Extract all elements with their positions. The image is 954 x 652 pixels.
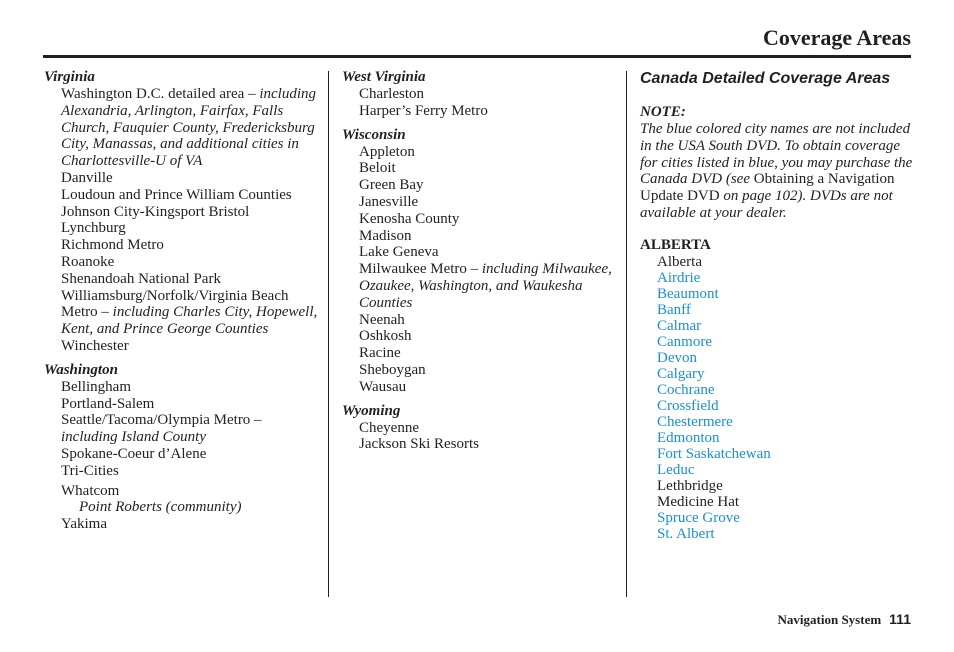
city-list: Washington D.C. detailed area – includin… (44, 86, 319, 355)
list-item: Appleton (359, 143, 415, 160)
city-item: Canmore (657, 333, 712, 350)
list-item: Cheyenne (359, 419, 419, 436)
city-list: Charleston Harper’s Ferry Metro (342, 86, 617, 120)
city-item: St. Albert (657, 525, 715, 542)
list-item: Lynchburg (61, 220, 126, 237)
list-item: Whatcom Point Roberts (community) (61, 483, 319, 517)
page-title: Coverage Areas (762, 25, 911, 50)
list-item: Jackson Ski Resorts (359, 436, 479, 453)
state-section-west-virginia: West Virginia Charleston Harper’s Ferry … (342, 68, 617, 120)
note-text: The blue colored city names are not incl… (640, 121, 915, 222)
list-item: Harper’s Ferry Metro (359, 102, 488, 119)
list-item: Winchester (61, 337, 129, 354)
state-section-washington: Washington Bellingham Portland-Salem Sea… (44, 361, 319, 533)
column-2: West Virginia Charleston Harper’s Ferry … (342, 68, 617, 453)
list-item: Roanoke (61, 253, 115, 270)
city-item: Devon (657, 349, 697, 366)
list-item: Johnson City-Kingsport Bristol (61, 203, 250, 220)
state-section-wisconsin: Wisconsin Appleton Beloit Green Bay Jane… (342, 126, 617, 396)
header-rule (43, 55, 911, 58)
area-name: Washington D.C. detailed area – (61, 86, 260, 102)
list-item: Spokane-Coeur d’Alene (61, 445, 207, 462)
province-heading: ALBERTA (640, 236, 711, 253)
column-divider (328, 71, 329, 597)
list-item: Bellingham (61, 378, 131, 395)
list-item: Yakima (61, 516, 107, 533)
city-item: Calmar (657, 317, 702, 334)
state-heading: Washington (44, 361, 118, 378)
list-item: Beloit (359, 160, 396, 177)
list-item: Tri-Cities (61, 462, 119, 479)
city-item: Fort Saskatchewan (657, 445, 771, 462)
list-item: Wausau (359, 378, 407, 395)
state-heading: Wisconsin (342, 126, 406, 143)
list-item: Lake Geneva (359, 244, 439, 261)
state-section-virginia: Virginia Washington D.C. detailed area –… (44, 68, 319, 355)
city-item: Edmonton (657, 429, 720, 446)
city-item: Banff (657, 301, 691, 318)
city-item: Chestermere (657, 413, 733, 430)
state-heading: Wyoming (342, 402, 401, 419)
list-item: Neenah (359, 311, 405, 328)
city-item: Beaumont (657, 285, 719, 302)
city-item: Lethbridge (657, 477, 723, 494)
list-item: Charleston (359, 86, 424, 102)
list-item: Green Bay (359, 177, 424, 194)
area-name: Seattle/Tacoma/Olympia Metro – (61, 412, 262, 429)
list-item: Seattle/Tacoma/Olympia Metro – including… (61, 412, 319, 446)
list-item: Madison (359, 227, 412, 244)
city-item: Cochrane (657, 381, 715, 398)
canada-heading: Canada Detailed Coverage Areas (640, 70, 891, 87)
list-item: Richmond Metro (61, 237, 164, 254)
city-item: Calgary (657, 365, 705, 382)
city-item: Leduc (657, 461, 695, 478)
city-item: Crossfield (657, 397, 719, 414)
list-item: Portland-Salem (61, 395, 155, 412)
list-item: Sheboygan (359, 361, 426, 378)
list-item: Milwaukee Metro – including Milwaukee, O… (359, 261, 617, 311)
city-item: Spruce Grove (657, 509, 740, 526)
city-item: Airdrie (657, 269, 701, 286)
column-3: Canada Detailed Coverage Areas NOTE: The… (640, 68, 915, 542)
city-list: Appleton Beloit Green Bay Janesville Ken… (342, 144, 617, 396)
state-section-wyoming: Wyoming Cheyenne Jackson Ski Resorts (342, 402, 617, 454)
page-footer: Navigation System 111 (778, 611, 911, 628)
footer-section-title: Navigation System (777, 612, 882, 627)
list-item: Kenosha County (359, 210, 460, 227)
list-item: Loudoun and Prince William Counties (61, 186, 292, 203)
city-item: Medicine Hat (657, 493, 740, 510)
list-item: Washington D.C. detailed area – includin… (61, 86, 319, 170)
column-1: Virginia Washington D.C. detailed area –… (44, 68, 319, 533)
state-heading: West Virginia (342, 69, 426, 85)
city-list: Cheyenne Jackson Ski Resorts (342, 420, 617, 454)
page-number: 111 (889, 611, 911, 627)
sub-area: Point Roberts (community) (79, 499, 242, 516)
column-divider (626, 71, 627, 597)
area-name: Whatcom (61, 482, 120, 499)
city-list: Bellingham Portland-Salem Seattle/Tacoma… (44, 379, 319, 533)
state-heading: Virginia (44, 69, 95, 85)
area-note: including Island County (61, 429, 206, 446)
city-item: Alberta (657, 253, 702, 270)
area-name: Milwaukee Metro – (359, 261, 482, 278)
list-item: Williamsburg/Norfolk/Virginia Beach Metr… (61, 288, 319, 338)
list-item: Shenandoah National Park (61, 270, 221, 287)
list-item: Janesville (359, 193, 419, 210)
list-item: Oshkosh (359, 328, 412, 345)
note-label: NOTE: (640, 104, 686, 120)
canada-city-list: Alberta Airdrie Beaumont Banff Calmar Canmore… (640, 254, 915, 542)
list-item: Racine (359, 345, 401, 362)
list-item: Danville (61, 169, 113, 186)
